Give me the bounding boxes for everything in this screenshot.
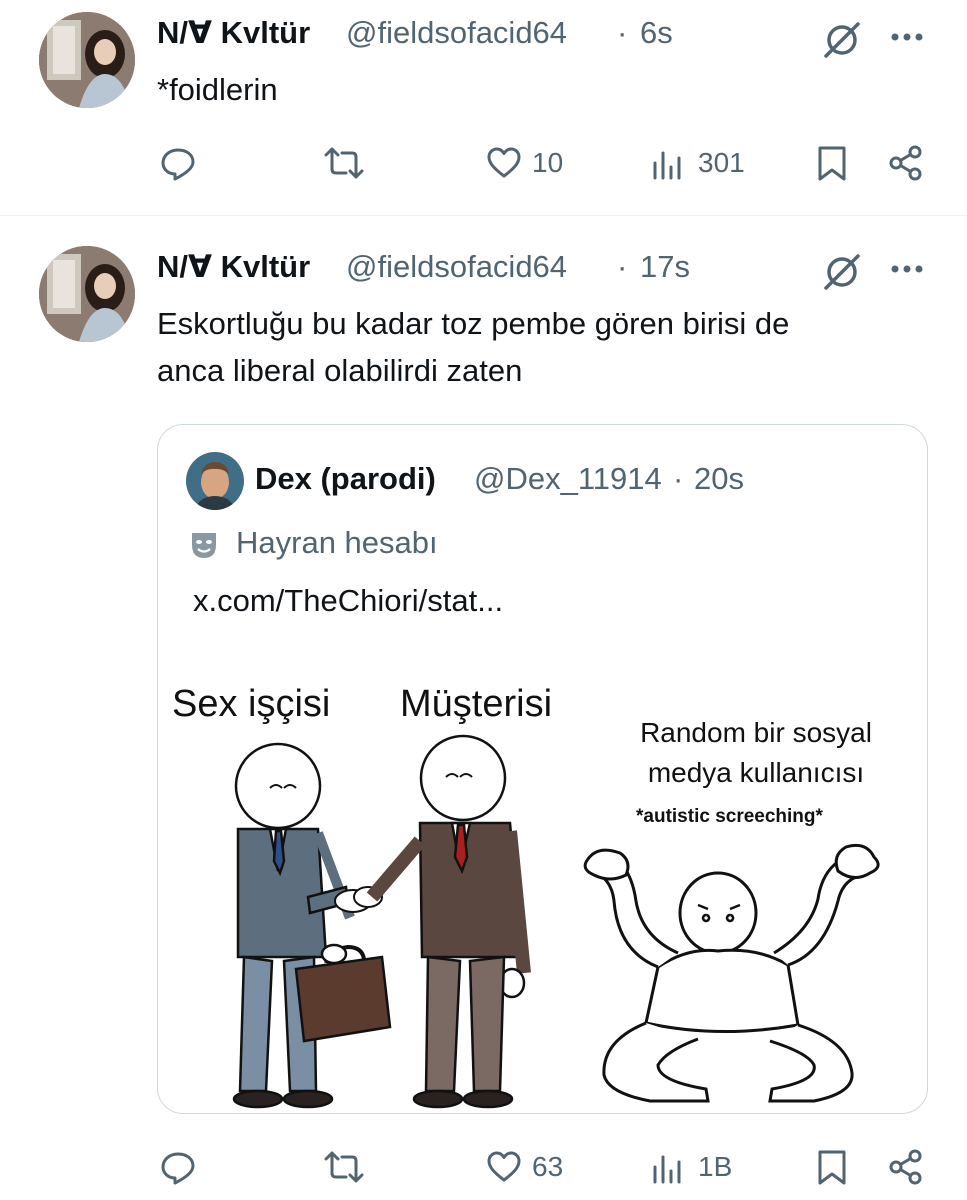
avatar-image [39,246,135,342]
quote-link[interactable]: x.com/TheChiori/stat... [193,583,503,619]
tweet-text: *foidlerin [157,72,278,107]
retweet-button[interactable] [324,145,364,181]
like-icon [487,1151,521,1182]
grok-icon[interactable] [820,18,864,67]
share-button[interactable] [888,1149,924,1185]
reply-button[interactable] [160,1149,196,1185]
meme-image[interactable]: Sex işçisi Müşterisi Random bir sosyal m… [158,661,927,1113]
views-icon [653,151,681,180]
quote-separator-dot: · [673,461,684,496]
views-button[interactable]: 301 [652,145,745,181]
more-icon[interactable] [887,22,927,57]
tweet-text-line-1: Eskortluğu bu kadar toz pembe gören biri… [157,306,790,341]
retweet-icon [324,1151,364,1183]
figure-left [232,742,392,1109]
display-name[interactable]: N/∀ Kvltür [157,249,310,285]
timestamp[interactable]: 6s [640,15,673,51]
quote-timestamp[interactable]: 20s [694,461,744,497]
bookmark-icon [818,146,846,181]
view-count: 301 [698,147,745,178]
views-icon [653,1155,681,1184]
like-button[interactable]: 10 [486,145,563,181]
like-button[interactable]: 63 [486,1149,563,1185]
quote-avatar[interactable] [186,452,244,510]
grok-icon[interactable] [820,250,864,299]
like-count: 10 [532,147,564,178]
like-count: 63 [532,1151,564,1182]
fan-account-badge: Hayran hesabı [236,525,438,560]
quote-handle[interactable]: @Dex_11914 [474,461,662,497]
share-icon [889,1149,922,1185]
quote-display-name[interactable]: Dex (parodi) [255,461,436,497]
tweet-text-line-2: anca liberal olabilirdi zaten [157,353,523,388]
like-icon [487,147,521,178]
meme-drawing [232,734,880,1109]
retweet-icon [324,147,364,179]
avatar[interactable] [39,246,135,342]
handle[interactable]: @fieldsofacid64 [346,15,567,51]
separator-dot: · [617,15,628,50]
handle[interactable]: @fieldsofacid64 [346,249,567,285]
timestamp[interactable]: 17s [640,249,690,285]
figure-middle [366,734,531,1109]
display-name[interactable]: N/∀ Kvltür [157,15,310,51]
bookmark-button[interactable] [814,145,850,181]
view-count: 1B [698,1151,733,1182]
quote-avatar-image [186,452,244,510]
avatar[interactable] [39,12,135,108]
share-button[interactable] [888,145,924,181]
figure-right [583,843,880,1103]
separator-dot: · [617,249,628,284]
reply-button[interactable] [160,145,196,181]
tweet-divider [0,215,967,216]
theater-masks-icon [188,529,220,566]
bookmark-button[interactable] [814,1149,850,1185]
share-icon [889,145,922,181]
reply-icon [161,148,195,181]
reply-icon [161,1152,195,1185]
more-icon[interactable] [887,254,927,289]
bookmark-icon [818,1150,846,1185]
quoted-tweet[interactable]: Dex (parodi) @Dex_11914 · 20s Hayran hes… [157,424,928,1114]
views-button[interactable]: 1B [652,1149,732,1185]
avatar-image [39,12,135,108]
retweet-button[interactable] [324,1149,364,1185]
